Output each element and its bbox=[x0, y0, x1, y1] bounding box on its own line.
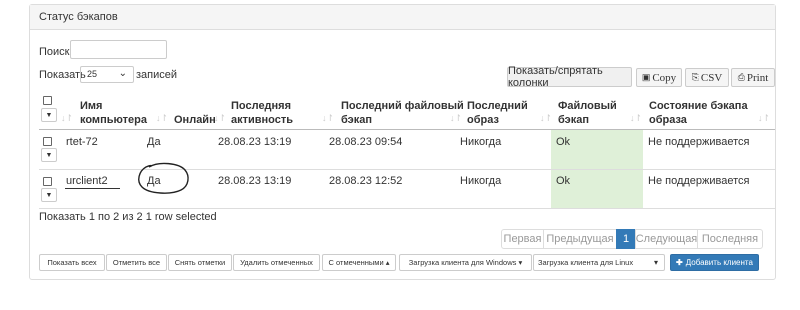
plus-icon: ✚ bbox=[676, 258, 683, 267]
sort-icon[interactable]: ↓↾ bbox=[61, 113, 73, 124]
caret-down-icon: ▾ bbox=[653, 258, 658, 267]
cell-computer-name[interactable]: rtet-72 bbox=[66, 136, 98, 148]
copy-icon: ▣ bbox=[641, 72, 651, 82]
sort-icon[interactable]: ↓↾ bbox=[630, 113, 642, 124]
header-divider bbox=[39, 129, 775, 130]
download-linux-dropdown[interactable]: Загрузка клиента для Linux ▾ bbox=[533, 254, 665, 271]
header-select-dropdown[interactable]: ▼ bbox=[41, 108, 57, 122]
csv-icon: ⎘ bbox=[691, 72, 699, 82]
row-checkbox[interactable] bbox=[43, 177, 52, 186]
unselect-button[interactable]: Снять отметки bbox=[168, 254, 232, 271]
toggle-columns-button[interactable]: Показать/спрятать колонки bbox=[507, 65, 632, 89]
length-suffix-label: записей bbox=[136, 69, 178, 81]
page-length-select[interactable]: 25 ⌄ bbox=[80, 66, 134, 83]
row-checkbox[interactable] bbox=[43, 137, 52, 146]
sort-icon[interactable]: ↓↾ bbox=[450, 113, 462, 124]
download-linux-label: Загрузка клиента для Linux bbox=[538, 258, 634, 267]
row-action-dropdown[interactable]: ▼ bbox=[41, 188, 57, 202]
col-header-name[interactable]: Имя компьютера bbox=[80, 99, 147, 127]
search-label: Поиск: bbox=[39, 46, 73, 58]
print-button[interactable]: ⎙ Print bbox=[731, 68, 775, 87]
panel-title: Статус бэкапов bbox=[30, 5, 775, 30]
cell-last-image: Никогда bbox=[460, 175, 502, 187]
cell-last-file-backup: 28.08.23 09:54 bbox=[329, 136, 403, 148]
col-header-last-image[interactable]: Последний образ bbox=[467, 99, 528, 127]
length-prefix-label: Показать bbox=[39, 69, 86, 81]
delete-selected-button[interactable]: Удалить отмеченных bbox=[233, 254, 320, 271]
caret-down-icon: ▼ bbox=[45, 191, 53, 199]
copy-label: Copy bbox=[652, 71, 677, 84]
cell-last-activity: 28.08.23 13:19 bbox=[218, 136, 292, 148]
download-windows-dropdown[interactable]: Загрузка клиента для Windows ▾ bbox=[399, 254, 532, 271]
chevron-down-icon: ⌄ bbox=[118, 68, 127, 79]
pagination-next[interactable]: Следующая bbox=[635, 229, 698, 249]
csv-label: CSV bbox=[700, 71, 723, 84]
copy-button[interactable]: ▣ Copy bbox=[636, 68, 682, 87]
sort-icon[interactable]: ↓↾ bbox=[758, 113, 770, 124]
handwritten-circle-annotation bbox=[138, 162, 189, 194]
cell-computer-name[interactable]: urclient2 bbox=[66, 175, 108, 187]
col-header-file-backup[interactable]: Файловый бэкап bbox=[558, 99, 617, 127]
cell-file-backup-status: Ok bbox=[556, 136, 571, 148]
table-info: Показать 1 по 2 из 2 1 row selected bbox=[39, 211, 217, 223]
cell-last-file-backup: 28.08.23 12:52 bbox=[329, 175, 403, 187]
sort-icon[interactable]: ↓↾ bbox=[540, 113, 552, 124]
row-action-dropdown[interactable]: ▼ bbox=[41, 148, 57, 162]
show-all-button[interactable]: Показать всех bbox=[39, 254, 105, 271]
add-client-button[interactable]: ✚ Добавить клиента bbox=[670, 254, 759, 271]
cell-file-backup-status: Ok bbox=[556, 175, 571, 187]
pagination-current-page[interactable]: 1 bbox=[616, 229, 636, 249]
cell-online: Да bbox=[147, 136, 161, 148]
select-all-button[interactable]: Отметить все bbox=[106, 254, 167, 271]
print-label: Print bbox=[746, 71, 769, 84]
sort-icon[interactable]: ↓↾ bbox=[214, 113, 226, 124]
printer-icon: ⎙ bbox=[737, 72, 745, 82]
page-length-value: 25 bbox=[87, 69, 98, 79]
add-client-label: Добавить клиента bbox=[685, 258, 753, 267]
table-bottom-divider bbox=[39, 208, 775, 209]
cell-last-image: Никогда bbox=[460, 136, 502, 148]
col-header-last-activity[interactable]: Последняя активность bbox=[231, 99, 293, 127]
handwritten-underline-annotation bbox=[65, 188, 120, 189]
col-header-last-file-backup[interactable]: Последний файловый бэкап bbox=[341, 99, 464, 127]
cell-image-state: Не поддерживается bbox=[648, 136, 750, 148]
sort-icon[interactable]: ↓↾ bbox=[322, 113, 334, 124]
col-header-image-state[interactable]: Состояние бэкапа образа bbox=[649, 99, 748, 127]
sort-icon[interactable]: ↓↾ bbox=[156, 113, 168, 124]
col-header-online[interactable]: Онлайн bbox=[174, 113, 216, 127]
cell-last-activity: 28.08.23 13:19 bbox=[218, 175, 292, 187]
caret-down-icon: ▼ bbox=[45, 111, 53, 119]
pagination-last[interactable]: Последняя bbox=[697, 229, 763, 249]
pagination-first[interactable]: Первая bbox=[501, 229, 544, 249]
pagination-previous[interactable]: Предыдущая bbox=[543, 229, 617, 249]
select-all-checkbox[interactable] bbox=[43, 96, 52, 105]
backup-status-panel: Статус бэкапов Поиск: Показать 25 ⌄ запи… bbox=[29, 4, 776, 280]
with-selected-dropdown[interactable]: С отмеченными ▴ bbox=[322, 254, 396, 271]
caret-down-icon: ▼ bbox=[45, 151, 53, 159]
csv-button[interactable]: ⎘ CSV bbox=[685, 68, 729, 87]
search-input[interactable] bbox=[70, 40, 167, 59]
cell-image-state: Не поддерживается bbox=[648, 175, 750, 187]
